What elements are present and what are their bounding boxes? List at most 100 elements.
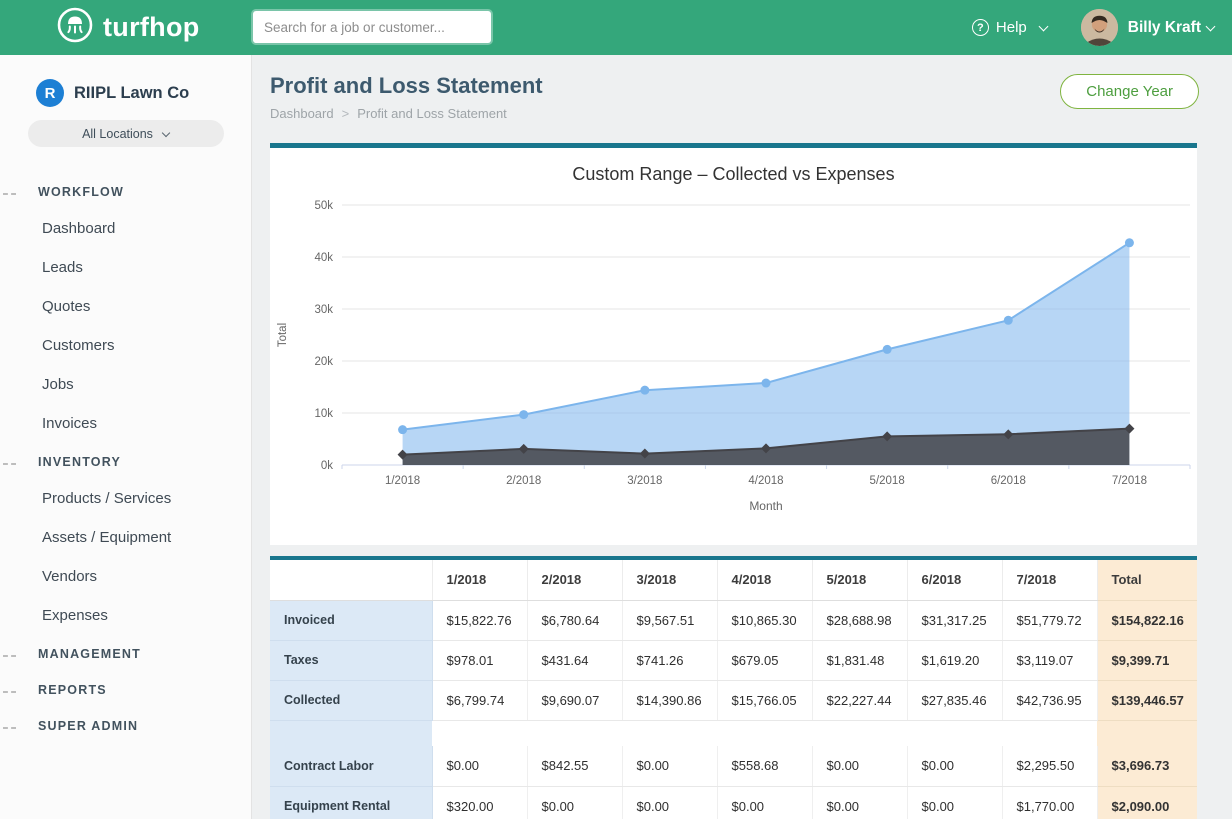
table-head: 1/20182/20183/20184/20185/20186/20187/20… <box>270 560 1197 600</box>
sidebar-item-jobs[interactable]: Jobs <box>0 365 251 404</box>
nav-section-label: SUPER ADMIN <box>38 719 138 733</box>
breadcrumb-item-dashboard[interactable]: Dashboard <box>270 106 334 121</box>
sidebar-item-dashboard[interactable]: Dashboard <box>0 209 251 248</box>
sidebar-item-products-services[interactable]: Products / Services <box>0 479 251 518</box>
svg-text:Total: Total <box>277 323 289 347</box>
svg-text:3/2018: 3/2018 <box>627 475 662 487</box>
turfhop-logo-icon <box>56 6 94 49</box>
breadcrumb-item-profit-and-loss-statement: Profit and Loss Statement <box>357 106 507 121</box>
row-total: $154,822.16 <box>1097 600 1197 640</box>
nav-section-reports[interactable]: REPORTS <box>0 671 251 707</box>
help-menu[interactable]: ? Help <box>972 19 1047 36</box>
help-icon: ? <box>972 19 989 36</box>
pl-chart-svg: 0k10k20k30k40k50k1/20182/20183/20184/201… <box>270 187 1197 539</box>
tree-dash-icon <box>3 691 16 693</box>
cell-value: $14,390.86 <box>622 680 717 720</box>
cell-value: $558.68 <box>717 746 812 786</box>
help-label: Help <box>996 19 1027 36</box>
table-row-contract-labor: Contract Labor$0.00$842.55$0.00$558.68$0… <box>270 746 1197 786</box>
sidebar-item-invoices[interactable]: Invoices <box>0 404 251 443</box>
row-total: $2,090.00 <box>1097 786 1197 819</box>
row-total: $9,399.71 <box>1097 640 1197 680</box>
sidebar-item-quotes[interactable]: Quotes <box>0 287 251 326</box>
chart-card: Custom Range – Collected vs Expenses 0k 1… <box>270 143 1197 545</box>
nav-section-label: REPORTS <box>38 683 107 697</box>
top-header: turfhop ? Help Billy Kraft <box>0 0 1232 55</box>
tree-dash-icon <box>3 655 16 657</box>
sidebar-item-vendors[interactable]: Vendors <box>0 557 251 596</box>
chart-title: Custom Range – Collected vs Expenses <box>270 164 1197 185</box>
cell-value: $3,119.07 <box>1002 640 1097 680</box>
nav-section-management[interactable]: MANAGEMENT <box>0 635 251 671</box>
search-input[interactable] <box>253 11 491 43</box>
cell-value: $842.55 <box>527 746 622 786</box>
cell-value: $741.26 <box>622 640 717 680</box>
svg-text:20k: 20k <box>314 356 333 368</box>
sidebar-nav: WORKFLOWDashboardLeadsQuotesCustomersJob… <box>0 173 251 743</box>
nav-section-inventory[interactable]: INVENTORY <box>0 443 251 479</box>
sidebar: R RIIPL Lawn Co All Locations WORKFLOWDa… <box>0 55 252 819</box>
change-year-button[interactable]: Change Year <box>1060 74 1199 109</box>
cell-value: $6,799.74 <box>432 680 527 720</box>
cell-value: $0.00 <box>717 786 812 819</box>
cell-value: $1,831.48 <box>812 640 907 680</box>
brand-name: turfhop <box>103 12 200 43</box>
svg-text:1/2018: 1/2018 <box>385 475 420 487</box>
nav-section-workflow[interactable]: WORKFLOW <box>0 173 251 209</box>
svg-text:10k: 10k <box>314 408 333 420</box>
cell-value: $978.01 <box>432 640 527 680</box>
svg-text:40k: 40k <box>314 252 333 264</box>
cell-value: $431.64 <box>527 640 622 680</box>
cell-value: $0.00 <box>907 746 1002 786</box>
svg-text:Month: Month <box>749 499 782 513</box>
column-header-5-2018: 5/2018 <box>812 560 907 600</box>
tree-dash-icon <box>3 727 16 729</box>
cell-value: $320.00 <box>432 786 527 819</box>
sidebar-item-assets-equipment[interactable]: Assets / Equipment <box>0 518 251 557</box>
svg-text:7/2018: 7/2018 <box>1112 475 1147 487</box>
svg-text:2/2018: 2/2018 <box>506 475 541 487</box>
cell-value: $0.00 <box>622 746 717 786</box>
locations-dropdown[interactable]: All Locations <box>28 120 224 147</box>
row-label: Equipment Rental <box>270 786 432 819</box>
table-row-taxes: Taxes$978.01$431.64$741.26$679.05$1,831.… <box>270 640 1197 680</box>
column-header-1-2018: 1/2018 <box>432 560 527 600</box>
spacer-row <box>270 720 1197 746</box>
nav-section-super-admin[interactable]: SUPER ADMIN <box>0 707 251 743</box>
sidebar-item-expenses[interactable]: Expenses <box>0 596 251 635</box>
sidebar-item-leads[interactable]: Leads <box>0 248 251 287</box>
locations-label: All Locations <box>82 127 153 141</box>
column-header-6-2018: 6/2018 <box>907 560 1002 600</box>
tree-dash-icon <box>3 193 16 195</box>
chevron-down-icon <box>1038 21 1048 31</box>
cell-value: $0.00 <box>907 786 1002 819</box>
table-row-equipment-rental: Equipment Rental$320.00$0.00$0.00$0.00$0… <box>270 786 1197 819</box>
cell-value: $1,770.00 <box>1002 786 1097 819</box>
tree-dash-icon <box>3 463 16 465</box>
cell-value: $22,227.44 <box>812 680 907 720</box>
svg-text:0k: 0k <box>321 460 333 472</box>
user-menu[interactable]: Billy Kraft <box>1128 19 1214 37</box>
cell-value: $1,619.20 <box>907 640 1002 680</box>
cell-value: $15,822.76 <box>432 600 527 640</box>
cell-value: $42,736.95 <box>1002 680 1097 720</box>
cell-value: $0.00 <box>432 746 527 786</box>
avatar[interactable] <box>1081 9 1118 46</box>
page-title: Profit and Loss Statement <box>270 73 543 99</box>
svg-text:50k: 50k <box>314 200 333 212</box>
table-body: Invoiced$15,822.76$6,780.64$9,567.51$10,… <box>270 600 1197 819</box>
breadcrumb-separator: > <box>342 106 350 121</box>
cell-value: $2,295.50 <box>1002 746 1097 786</box>
table-row-invoiced: Invoiced$15,822.76$6,780.64$9,567.51$10,… <box>270 600 1197 640</box>
cell-value: $27,835.46 <box>907 680 1002 720</box>
row-total: $3,696.73 <box>1097 746 1197 786</box>
cell-value: $28,688.98 <box>812 600 907 640</box>
cell-value: $9,690.07 <box>527 680 622 720</box>
table-card: 1/20182/20183/20184/20185/20186/20187/20… <box>270 556 1197 819</box>
chevron-down-icon <box>162 128 170 136</box>
cell-value: $9,567.51 <box>622 600 717 640</box>
breadcrumb: Dashboard > Profit and Loss Statement <box>270 106 507 121</box>
brand-logo[interactable]: turfhop <box>56 0 200 55</box>
sidebar-item-customers[interactable]: Customers <box>0 326 251 365</box>
svg-text:5/2018: 5/2018 <box>870 475 905 487</box>
